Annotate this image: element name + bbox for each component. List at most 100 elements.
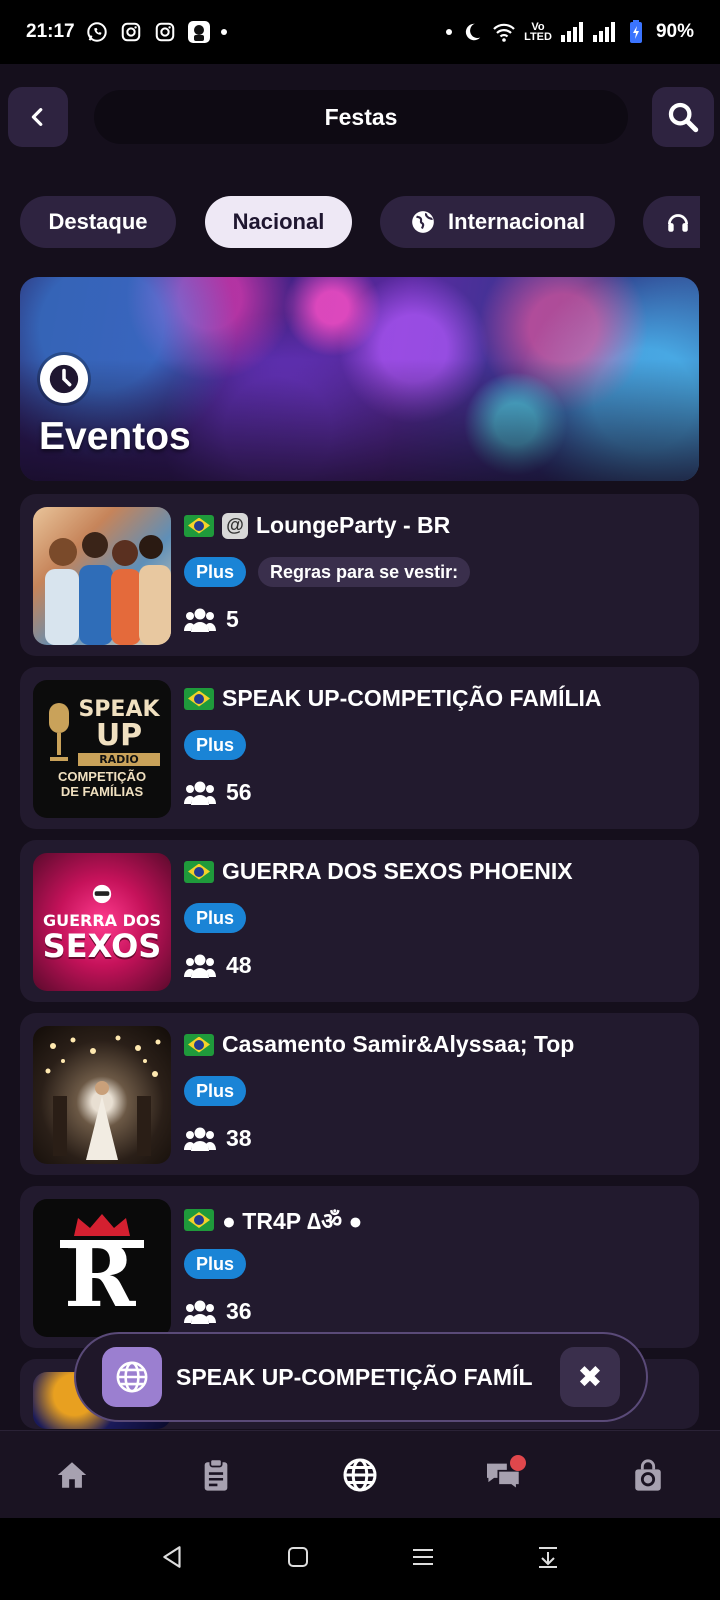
plus-badge: Plus	[184, 903, 247, 933]
member-count: 38	[184, 1125, 252, 1152]
users-icon	[184, 954, 216, 978]
menu-nav-icon[interactable]	[410, 1545, 436, 1574]
clipboard-icon	[204, 1458, 228, 1491]
event-card[interactable]: R ● TR4P ∆ॐ ● Plus 36	[20, 1186, 699, 1348]
mini-player[interactable]: SPEAK UP-COMPETIÇÃO FAMÍL ✖	[74, 1332, 648, 1422]
bottom-navigation	[0, 1430, 720, 1518]
volte-indicator: Vo LTED	[524, 22, 552, 43]
member-count-value: 38	[226, 1125, 252, 1151]
tab-destaque[interactable]: Destaque	[20, 196, 176, 248]
home-nav-icon[interactable]	[286, 1545, 310, 1574]
banner-title: Eventos	[39, 415, 191, 458]
battery-icon	[624, 20, 648, 44]
dress-rules-badge: Regras para se vestir:	[258, 557, 471, 587]
tab-label: Nacional	[232, 209, 325, 234]
back-button[interactable]	[8, 87, 68, 147]
clock-icon	[40, 355, 88, 403]
event-badges: Plus Regras para se vestir:	[184, 557, 471, 587]
event-card[interactable]: @ LoungeParty - BR Plus Regras para se v…	[20, 494, 699, 656]
event-title: Casamento Samir&Alyssaa; Top	[222, 1031, 575, 1057]
wifi-icon	[492, 20, 516, 44]
event-title-row: ● TR4P ∆ॐ ●	[184, 1204, 362, 1236]
close-icon: ✖	[577, 1360, 603, 1394]
nav-home[interactable]	[36, 1445, 108, 1505]
notification-dot	[446, 29, 453, 35]
whatsapp-icon	[85, 20, 109, 44]
globe-icon	[343, 1458, 377, 1491]
thumb-text: SEXOS	[42, 926, 162, 965]
event-card[interactable]: Casamento Samir&Alyssaa; Top Plus 38	[20, 1013, 699, 1175]
users-icon	[184, 1127, 216, 1151]
thumb-text: DE FAMÍLIAS	[60, 783, 144, 799]
event-badges: Plus	[184, 1249, 247, 1279]
event-title-row: Casamento Samir&Alyssaa; Top	[184, 1031, 574, 1058]
volte-bottom: LTED	[524, 31, 552, 43]
plus-badge: Plus	[184, 557, 247, 587]
event-title: SPEAK UP-COMPETIÇÃO FAMÍLIA	[222, 685, 602, 711]
brazil-flag-icon	[184, 687, 214, 710]
event-title-row: @ LoungeParty - BR	[184, 512, 450, 539]
nav-clipboard[interactable]	[180, 1445, 252, 1505]
member-count: 48	[184, 952, 252, 979]
mini-player-title: SPEAK UP-COMPETIÇÃO FAMÍL	[176, 1363, 533, 1390]
brazil-flag-icon	[184, 514, 214, 537]
moon-icon	[460, 20, 484, 44]
users-icon	[184, 1300, 216, 1324]
nav-chat[interactable]	[468, 1445, 540, 1505]
close-button[interactable]: ✖	[560, 1347, 620, 1407]
notification-dot	[220, 29, 227, 35]
event-card[interactable]: SPEAK UP RADIO COMPETIÇÃO DE FAMÍLIAS SP…	[20, 667, 699, 829]
plus-badge: Plus	[184, 730, 247, 760]
event-badges: Plus	[184, 730, 247, 760]
event-thumbnail	[33, 507, 171, 645]
event-thumbnail: GUERRA DOS SEXOS	[33, 853, 171, 991]
event-thumbnail: R	[33, 1199, 171, 1337]
headphones-icon	[667, 214, 689, 232]
member-count: 56	[184, 779, 252, 806]
brazil-flag-icon	[184, 860, 214, 883]
member-count: 5	[184, 606, 239, 633]
thumb-text: RADIO	[78, 753, 160, 767]
event-badges: Plus	[184, 1076, 247, 1106]
app-icon	[187, 20, 211, 44]
signal-icon	[560, 20, 584, 44]
collapse-nav-icon[interactable]	[536, 1545, 560, 1574]
event-title: GUERRA DOS SEXOS PHOENIX	[222, 858, 573, 884]
tab-nacional[interactable]: Nacional	[205, 196, 352, 248]
search-button[interactable]	[652, 87, 714, 147]
member-count-value: 48	[226, 952, 252, 978]
event-card[interactable]: GUERRA DOS SEXOS GUERRA DOS SEXOS PHOENI…	[20, 840, 699, 1002]
nav-shop[interactable]	[612, 1445, 684, 1505]
event-title-row: GUERRA DOS SEXOS PHOENIX	[184, 858, 573, 885]
plus-badge: Plus	[184, 1249, 247, 1279]
status-bar: 21:17 Vo LTED 90%	[0, 0, 720, 64]
tab-label: Internacional	[448, 209, 585, 234]
event-title-row: SPEAK UP-COMPETIÇÃO FAMÍLIA	[184, 685, 602, 712]
plus-badge: Plus	[184, 1076, 247, 1106]
event-title: ● TR4P ∆ॐ ●	[222, 1208, 363, 1234]
tab-music[interactable]	[643, 196, 700, 248]
brazil-flag-icon	[184, 1209, 214, 1231]
chevron-left-icon	[31, 108, 43, 126]
page-title-container: Festas	[94, 90, 628, 144]
event-thumbnail	[33, 1026, 171, 1164]
brazil-flag-icon	[184, 1033, 214, 1056]
mask-icon	[92, 884, 112, 903]
globe-icon	[412, 211, 434, 233]
status-time: 21:17	[26, 21, 75, 42]
nav-globe[interactable]	[324, 1445, 396, 1505]
back-nav-icon[interactable]	[160, 1544, 186, 1575]
member-count-value: 56	[226, 779, 252, 805]
app-header: Festas	[0, 64, 720, 174]
event-thumbnail: SPEAK UP RADIO COMPETIÇÃO DE FAMÍLIAS	[33, 680, 171, 818]
event-badges: Plus	[184, 903, 247, 933]
member-count-value: 36	[226, 1298, 252, 1324]
category-tabs: Destaque Nacional Internacional	[0, 196, 700, 252]
member-count-value: 5	[226, 606, 239, 632]
search-icon	[668, 102, 699, 133]
shop-icon	[635, 1459, 661, 1491]
tab-internacional[interactable]: Internacional	[380, 196, 615, 248]
page-title: Festas	[324, 103, 398, 130]
events-banner[interactable]: Eventos	[20, 277, 699, 481]
globe-icon	[102, 1347, 162, 1407]
